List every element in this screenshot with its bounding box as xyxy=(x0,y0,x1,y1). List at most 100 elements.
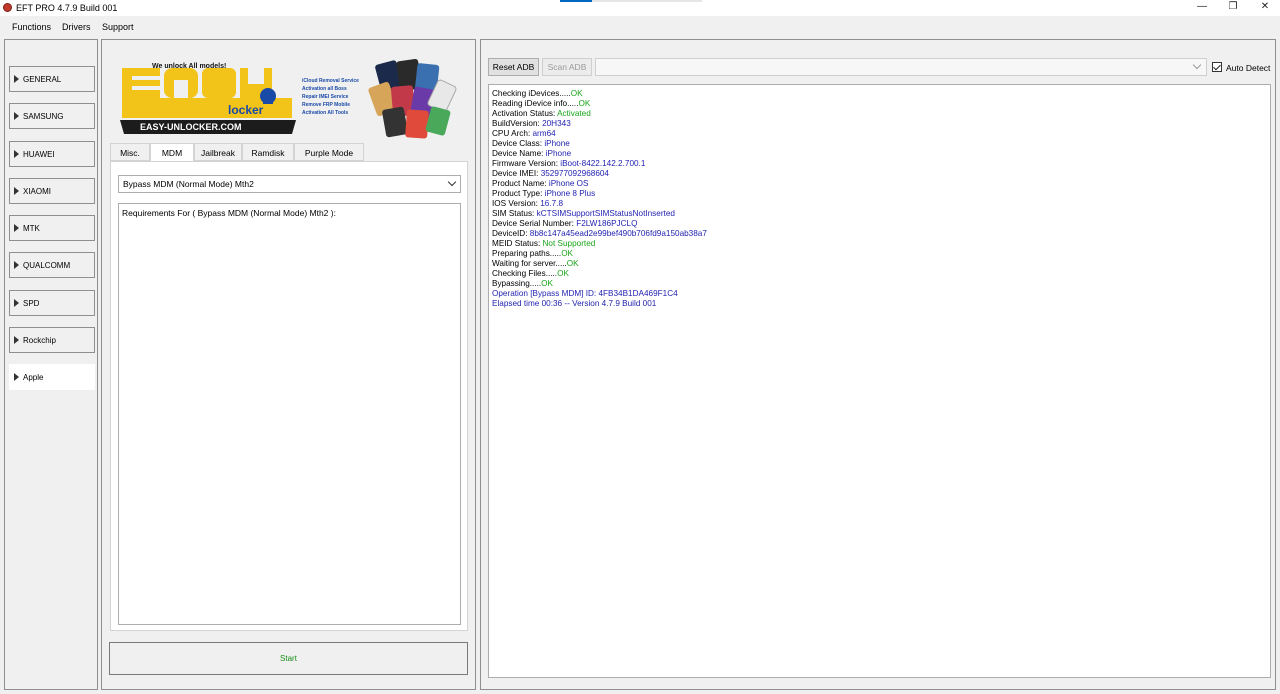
category-label: GENERAL xyxy=(23,75,62,84)
log-output: Checking iDevices.....OK Reading iDevice … xyxy=(488,84,1271,678)
log-key: BuildVersion: xyxy=(492,119,543,128)
log-value: 16.7.8 xyxy=(540,199,564,208)
log-value: 8b8c147a45ead2e99bef490b706fd9a150ab38a7 xyxy=(529,229,707,238)
auto-detect-checkbox[interactable] xyxy=(1212,62,1222,72)
log-key: Product Type: xyxy=(492,189,545,198)
log-line: Activation Status: Activated xyxy=(492,109,1267,119)
chevron-down-icon xyxy=(447,177,457,187)
log-line: Device IMEI: 352977092968604 xyxy=(492,169,1267,179)
tab-mdm[interactable]: MDM xyxy=(150,143,194,162)
menu-drivers[interactable]: Drivers xyxy=(62,22,91,32)
minimize-button[interactable]: — xyxy=(1187,0,1217,14)
auto-detect-label: Auto Detect xyxy=(1226,63,1271,73)
log-line: IOS Version: 16.7.8 xyxy=(492,199,1267,209)
category-panel: GENERAL SAMSUNG HUAWEI XIAOMI MTK QUALCO… xyxy=(4,39,98,690)
log-line: Product Name: iPhone OS xyxy=(492,179,1267,189)
chevron-down-icon xyxy=(1192,60,1202,70)
log-panel: Reset ADB Scan ADB Auto Detect Checking … xyxy=(480,39,1276,690)
category-general[interactable]: GENERAL xyxy=(9,66,95,92)
log-key: Activation Status: xyxy=(492,109,558,118)
category-mtk[interactable]: MTK xyxy=(9,215,95,241)
maximize-button[interactable]: ❐ xyxy=(1218,0,1248,14)
log-value: iPhone 8 Plus xyxy=(544,189,596,198)
log-key: MEID Status: xyxy=(492,239,543,248)
log-value: OK xyxy=(561,249,574,258)
expand-arrow-icon xyxy=(14,261,19,269)
log-value: Elapsed time 00:36 -- Version 4.7.9 Buil… xyxy=(492,299,657,308)
operation-select[interactable]: Bypass MDM (Normal Mode) Mth2 xyxy=(118,175,461,193)
log-line: Device Name: iPhone xyxy=(492,149,1267,159)
log-line: CPU Arch: arm64 xyxy=(492,129,1267,139)
log-key: Device Class: xyxy=(492,139,545,148)
log-value: kCTSIMSupportSIMStatusNotInserted xyxy=(536,209,675,218)
tab-jailbreak[interactable]: Jailbreak xyxy=(194,143,242,161)
log-value: OK xyxy=(557,269,569,278)
log-line: Reading iDevice info.....OK xyxy=(492,99,1267,109)
log-key: IOS Version: xyxy=(492,199,541,208)
log-key: Reading iDevice info..... xyxy=(492,99,579,108)
log-key: Device Name: xyxy=(492,149,546,158)
log-line: Firmware Version: iBoot-8422.142.2.700.1 xyxy=(492,159,1267,169)
log-key: DeviceID: xyxy=(492,229,530,238)
category-apple[interactable]: Apple xyxy=(9,364,95,390)
log-key: Checking Files..... xyxy=(492,269,558,278)
log-value: iPhone xyxy=(545,149,572,158)
menu-support[interactable]: Support xyxy=(102,22,134,32)
log-key: SIM Status: xyxy=(492,209,537,218)
category-qualcomm[interactable]: QUALCOMM xyxy=(9,252,95,278)
tab-ramdisk[interactable]: Ramdisk xyxy=(242,143,294,161)
expand-arrow-icon xyxy=(14,336,19,344)
log-key: Checking iDevices..... xyxy=(492,89,571,98)
log-line: Preparing paths.....OK xyxy=(492,249,1267,259)
log-line: BuildVersion: 20H343 xyxy=(492,119,1267,129)
log-key: Device IMEI: xyxy=(492,169,541,178)
easy-unlocker-banner: We unlock All models! locker EASY EASY-U… xyxy=(116,58,468,140)
category-label: XIAOMI xyxy=(23,187,52,196)
operation-panel: We unlock All models! locker EASY EASY-U… xyxy=(101,39,476,690)
category-label: HUAWEI xyxy=(23,150,55,159)
expand-arrow-icon xyxy=(14,150,19,158)
tab-purple-mode[interactable]: Purple Mode xyxy=(294,143,364,161)
reset-adb-button[interactable]: Reset ADB xyxy=(488,58,539,76)
scan-adb-button[interactable]: Scan ADB xyxy=(542,58,592,76)
category-huawei[interactable]: HUAWEI xyxy=(9,141,95,167)
window-title: EFT PRO 4.7.9 Build 001 xyxy=(16,3,118,13)
expand-arrow-icon xyxy=(14,112,19,120)
category-spd[interactable]: SPD xyxy=(9,290,95,316)
log-line: MEID Status: Not Supported xyxy=(492,239,1267,249)
log-value: F2LW186PJCLQ xyxy=(576,219,638,228)
menu-functions[interactable]: Functions xyxy=(12,22,51,32)
requirements-text: Requirements For ( Bypass MDM (Normal Mo… xyxy=(122,208,336,218)
log-line: DeviceID: 8b8c147a45ead2e99bef490b706fd9… xyxy=(492,229,1267,239)
category-rockchip[interactable]: Rockchip xyxy=(9,327,95,353)
log-value: arm64 xyxy=(532,129,556,138)
title-bar: EFT PRO 4.7.9 Build 001 — ❐ ✕ xyxy=(0,0,1280,16)
category-xiaomi[interactable]: XIAOMI xyxy=(9,178,95,204)
banner-logo-sub: locker xyxy=(228,103,264,117)
category-samsung[interactable]: SAMSUNG xyxy=(9,103,95,129)
category-label: QUALCOMM xyxy=(23,261,71,270)
log-value: OK xyxy=(566,259,579,268)
close-button[interactable]: ✕ xyxy=(1250,0,1280,14)
tab-misc[interactable]: Misc. xyxy=(110,143,150,161)
log-value: OK xyxy=(578,99,591,108)
log-key: Preparing paths..... xyxy=(492,249,562,258)
category-label: SAMSUNG xyxy=(23,112,64,121)
log-value: OK xyxy=(541,279,553,288)
adb-device-combo[interactable] xyxy=(595,58,1207,76)
banner-site: EASY-UNLOCKER.COM xyxy=(140,122,242,132)
banner-feature: iCloud Removal Service xyxy=(302,78,359,84)
operation-tabs: Misc. MDM Jailbreak Ramdisk Purple Mode xyxy=(110,143,468,162)
easy-locker-logo xyxy=(122,68,292,118)
category-label: MTK xyxy=(23,224,40,233)
expand-arrow-icon xyxy=(14,373,19,381)
log-value: 352977092968604 xyxy=(540,169,609,178)
log-key: Bypassing..... xyxy=(492,279,542,288)
log-value: Not Supported xyxy=(542,239,596,248)
category-label: Apple xyxy=(23,373,44,382)
expand-arrow-icon xyxy=(14,75,19,83)
start-button[interactable]: Start xyxy=(109,642,468,675)
title-accent-secondary xyxy=(592,0,702,2)
requirements-box: Requirements For ( Bypass MDM (Normal Mo… xyxy=(118,203,461,625)
log-key: Device Serial Number: xyxy=(492,219,577,228)
